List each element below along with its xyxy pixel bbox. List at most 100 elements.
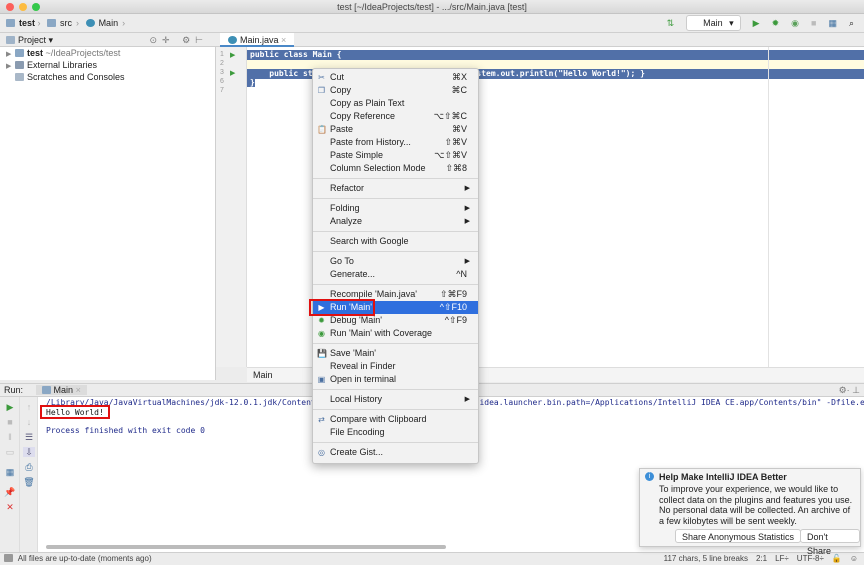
- pause-icon[interactable]: ‖: [4, 432, 16, 442]
- menu-item-create-gist[interactable]: ◎ Create Gist...: [313, 446, 478, 459]
- menu-item-shortcut: ^N: [456, 269, 467, 279]
- menu-item-paste-from-history[interactable]: Paste from History... ⇧⌘V: [313, 136, 478, 149]
- run-gutter-icon[interactable]: ▶: [230, 51, 235, 59]
- menu-item-folding[interactable]: Folding ▶: [313, 202, 478, 215]
- status-message: All files are up-to-date (moments ago): [17, 554, 152, 563]
- menu-item-shortcut: ⌥⇧⌘V: [434, 150, 467, 160]
- selection-info: 117 chars, 5 line breaks: [663, 554, 748, 563]
- debug-icon[interactable]: ✹: [772, 16, 780, 30]
- up-icon[interactable]: ↑: [23, 402, 35, 412]
- inspector-icon[interactable]: ☺: [850, 553, 858, 565]
- coverage-icon[interactable]: ◉: [791, 16, 799, 30]
- menu-item-label: Copy: [330, 85, 352, 95]
- notification-balloon: i Help Make IntelliJ IDEA Better To impr…: [639, 468, 861, 556]
- menu-item-column-selection-mode[interactable]: Column Selection Mode ⇧⌘8: [313, 162, 478, 175]
- menu-item-label: Copy Reference: [330, 111, 396, 121]
- submenu-arrow-icon: ▶: [464, 258, 470, 265]
- cut-icon: ✂: [318, 73, 325, 82]
- run-settings-icon[interactable]: ⚙· ⊥: [839, 384, 860, 397]
- line-separator[interactable]: LF÷: [775, 553, 789, 565]
- share-statistics-button[interactable]: Share Anonymous Statistics: [675, 529, 802, 543]
- menu-item-label: Save 'Main': [330, 348, 376, 358]
- crumb-src[interactable]: src: [60, 18, 72, 28]
- github-icon: ◎: [318, 448, 325, 457]
- submenu-arrow-icon: ▶: [464, 205, 470, 212]
- close-window-button[interactable]: [6, 3, 14, 11]
- menu-item-analyze[interactable]: Analyze ▶: [313, 215, 478, 228]
- pin-icon[interactable]: 📌: [4, 487, 16, 497]
- dump-threads-icon[interactable]: ▭: [4, 447, 16, 457]
- submenu-arrow-icon: ▶: [464, 396, 470, 403]
- menu-item-paste[interactable]: 📋 Paste ⌘V: [313, 123, 478, 136]
- menu-item-label: Reveal in Finder: [330, 361, 396, 371]
- menu-item-search-with-google[interactable]: Search with Google: [313, 235, 478, 248]
- run-toolbar: ▶ ■ ‖ ▭ ▦ 📌 ✕: [0, 397, 20, 552]
- menu-item-compare-with-clipboard[interactable]: ⇄ Compare with Clipboard: [313, 413, 478, 426]
- run-tab-main[interactable]: Main ×: [35, 385, 87, 395]
- menu-item-copy-reference[interactable]: Copy Reference ⌥⇧⌘C: [313, 110, 478, 123]
- soft-wrap-icon[interactable]: ☰: [23, 432, 35, 442]
- menu-separator: [313, 442, 478, 443]
- run-config-select[interactable]: Main ▾: [686, 15, 741, 31]
- menu-item-generate[interactable]: Generate... ^N: [313, 268, 478, 281]
- menu-item-open-in-terminal[interactable]: ▣ Open in terminal: [313, 373, 478, 386]
- horizontal-scrollbar[interactable]: [46, 545, 446, 549]
- menu-item-go-to[interactable]: Go To ▶: [313, 255, 478, 268]
- scroll-to-end-icon[interactable]: ⇩: [23, 447, 35, 457]
- editor-tabs: Main.java ×: [216, 33, 864, 47]
- clear-icon[interactable]: 🗑: [23, 477, 35, 487]
- menu-item-local-history[interactable]: Local History ▶: [313, 393, 478, 406]
- run-icon[interactable]: ▶: [753, 16, 760, 30]
- tree-item-test[interactable]: ▶ test ~/IdeaProjects/test: [0, 47, 215, 59]
- run-gutter-icon[interactable]: ▶: [230, 69, 235, 77]
- annotation-box: [309, 299, 375, 316]
- notification-body: To improve your experience, we would lik…: [659, 484, 853, 526]
- crumb-main[interactable]: Main: [99, 18, 119, 28]
- build-icon[interactable]: ⇅: [667, 16, 675, 30]
- project-tools[interactable]: ⊙✛ ⚙⊢: [150, 33, 209, 47]
- menu-item-shortcut: ^⇧F9: [444, 315, 467, 325]
- tree-item-external-libraries[interactable]: ▶ External Libraries: [0, 59, 215, 71]
- toggle-tool-windows-icon[interactable]: [4, 554, 13, 562]
- console-toolbar: ↑ ↓ ☰ ⇩ ⎙ 🗑: [20, 397, 38, 552]
- menu-item-cut[interactable]: ✂ Cut ⌘X: [313, 71, 478, 84]
- menu-item-file-encoding[interactable]: File Encoding: [313, 426, 478, 439]
- crumb-test[interactable]: test: [19, 18, 35, 28]
- menu-item-paste-simple[interactable]: Paste Simple ⌥⇧⌘V: [313, 149, 478, 162]
- menu-item-run-main-with-coverage[interactable]: ◉ Run 'Main' with Coverage: [313, 327, 478, 340]
- minimize-window-button[interactable]: [19, 3, 27, 11]
- run-config-label: Main: [703, 18, 723, 28]
- search-icon[interactable]: ⌕: [849, 16, 854, 30]
- project-view-select[interactable]: Project: [18, 35, 46, 45]
- stop-icon[interactable]: ■: [811, 16, 816, 30]
- menu-item-label: Paste Simple: [330, 150, 384, 160]
- menu-item-label: Search with Google: [330, 236, 409, 246]
- project-structure-icon[interactable]: ▦: [828, 16, 837, 30]
- menu-item-label: Recompile 'Main.java': [330, 289, 417, 299]
- menu-separator: [313, 178, 478, 179]
- tab-main-java[interactable]: Main.java ×: [220, 33, 295, 47]
- stop-icon[interactable]: ■: [4, 417, 16, 427]
- close-tab-icon[interactable]: ×: [281, 35, 286, 45]
- menu-item-refactor[interactable]: Refactor ▶: [313, 182, 478, 195]
- layout-icon[interactable]: ▦: [4, 467, 16, 477]
- maximize-window-button[interactable]: [32, 3, 40, 11]
- down-icon[interactable]: ↓: [23, 417, 35, 427]
- menu-item-save-main[interactable]: 💾 Save 'Main': [313, 347, 478, 360]
- menu-item-label: Copy as Plain Text: [330, 98, 405, 108]
- submenu-arrow-icon: ▶: [464, 218, 470, 225]
- menu-item-copy-as-plain-text[interactable]: Copy as Plain Text: [313, 97, 478, 110]
- cursor-position[interactable]: 2:1: [756, 553, 767, 565]
- menu-item-label: Column Selection Mode: [330, 163, 426, 173]
- library-icon: [15, 61, 24, 69]
- rerun-icon[interactable]: ▶: [4, 402, 16, 412]
- dont-share-button[interactable]: Don't Share: [800, 529, 860, 556]
- tree-item-scratches[interactable]: Scratches and Consoles: [0, 71, 215, 83]
- print-icon[interactable]: ⎙: [23, 462, 35, 472]
- editor-gutter: 1 2 3 6 7 ▶ ▶: [216, 47, 247, 367]
- close-run-icon[interactable]: ✕: [4, 502, 16, 512]
- menu-item-reveal-in-finder[interactable]: Reveal in Finder: [313, 360, 478, 373]
- menu-item-shortcut: ⌘X: [451, 72, 467, 82]
- menu-item-copy[interactable]: ❐ Copy ⌘C: [313, 84, 478, 97]
- lock-icon[interactable]: 🔓: [832, 553, 842, 565]
